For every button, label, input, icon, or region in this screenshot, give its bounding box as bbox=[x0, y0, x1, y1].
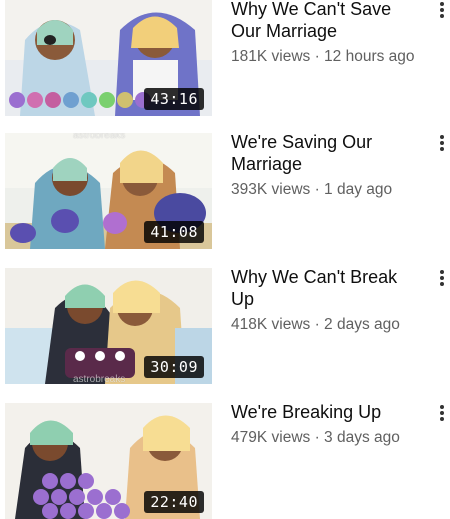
video-views: 181K views bbox=[231, 48, 311, 65]
video-age: 2 days ago bbox=[324, 316, 400, 333]
meta-separator: · bbox=[310, 429, 325, 446]
more-options-icon[interactable] bbox=[434, 270, 450, 290]
video-duration: 22:40 bbox=[144, 491, 204, 513]
video-info[interactable]: Why We Can't Break Up 418K views · 2 day… bbox=[231, 266, 421, 334]
more-options-icon[interactable] bbox=[434, 135, 450, 155]
video-thumbnail[interactable]: astrobreaks 30:09 bbox=[5, 268, 212, 384]
video-age: 3 days ago bbox=[324, 429, 400, 446]
meta-separator: · bbox=[310, 48, 325, 65]
video-views: 393K views bbox=[231, 181, 311, 198]
video-duration: 41:08 bbox=[144, 221, 204, 243]
video-age: 1 day ago bbox=[324, 181, 393, 198]
video-info[interactable]: Why We Can't Save Our Marriage 181K view… bbox=[231, 0, 421, 66]
video-item[interactable]: 22:40 We're Breaking Up 479K views · 3 d… bbox=[0, 401, 450, 519]
video-thumbnail[interactable]: 22:40 bbox=[5, 403, 212, 519]
video-duration: 43:16 bbox=[144, 88, 204, 110]
video-info[interactable]: We're Saving Our Marriage 393K views · 1… bbox=[231, 131, 421, 199]
more-options-icon[interactable] bbox=[434, 405, 450, 425]
video-meta: 418K views · 2 days ago bbox=[231, 316, 421, 334]
video-title[interactable]: Why We Can't Break Up bbox=[231, 266, 421, 310]
video-meta: 393K views · 1 day ago bbox=[231, 181, 421, 199]
video-views: 418K views bbox=[231, 316, 311, 333]
meta-separator: · bbox=[310, 181, 325, 198]
video-title[interactable]: Why We Can't Save Our Marriage bbox=[231, 0, 421, 42]
video-list: 43:16 Why We Can't Save Our Marriage 181… bbox=[0, 0, 450, 519]
video-info[interactable]: We're Breaking Up 479K views · 3 days ag… bbox=[231, 401, 421, 447]
meta-separator: · bbox=[310, 316, 325, 333]
video-item[interactable]: astrobreaks 30:09 Why We Can't Break Up … bbox=[0, 266, 450, 384]
video-age: 12 hours ago bbox=[324, 48, 415, 65]
video-title[interactable]: We're Breaking Up bbox=[231, 401, 421, 423]
watermark-text: astrobreaks bbox=[73, 133, 126, 141]
more-options-icon[interactable] bbox=[434, 2, 450, 22]
video-thumbnail[interactable]: 43:16 bbox=[5, 0, 212, 116]
video-title[interactable]: We're Saving Our Marriage bbox=[231, 131, 421, 175]
video-thumbnail[interactable]: astrobreaks 41:08 bbox=[5, 133, 212, 249]
video-item[interactable]: 43:16 Why We Can't Save Our Marriage 181… bbox=[0, 0, 450, 116]
video-views: 479K views bbox=[231, 429, 311, 446]
video-duration: 30:09 bbox=[144, 356, 204, 378]
watermark-text: astrobreaks bbox=[73, 374, 126, 384]
video-item[interactable]: astrobreaks 41:08 We're Saving Our Marri… bbox=[0, 131, 450, 249]
video-meta: 479K views · 3 days ago bbox=[231, 429, 421, 447]
video-meta: 181K views · 12 hours ago bbox=[231, 48, 421, 66]
